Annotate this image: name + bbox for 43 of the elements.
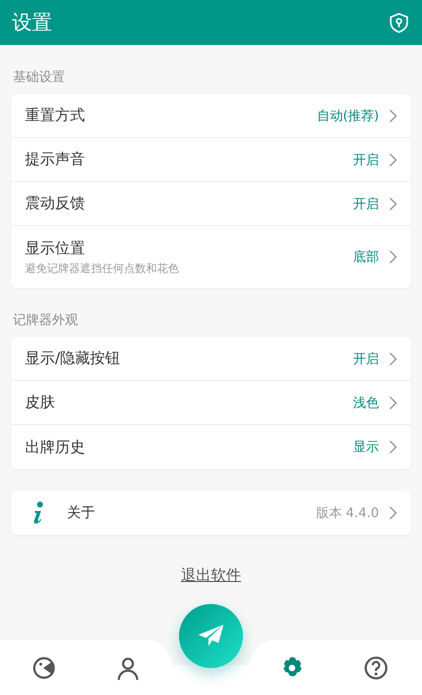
row-label: 显示位置 <box>25 238 86 258</box>
row-label: 皮肤 <box>25 393 56 412</box>
person-icon <box>115 654 141 680</box>
game-icon <box>31 654 57 680</box>
chevron-icon <box>389 506 397 520</box>
page-title: 设置 <box>12 9 52 36</box>
settings-row[interactable]: 重置方式 自动(推荐) <box>11 94 411 138</box>
row-hint: 避免记牌器遮挡任何点数和花色 <box>25 260 180 276</box>
settings-row[interactable]: 皮肤 浅色 <box>11 381 411 425</box>
chevron-icon <box>389 396 397 410</box>
info-icon <box>33 501 45 525</box>
chevron-icon <box>389 152 397 166</box>
row-value: 开启 <box>353 350 379 368</box>
chevron-icon <box>389 352 397 366</box>
settings-row[interactable]: 提示声音 开启 <box>11 138 411 182</box>
row-value: 开启 <box>353 196 379 212</box>
section-title: 记牌器外观 <box>12 312 79 330</box>
row-label: 出牌历史 <box>25 438 86 456</box>
row-label: 提示声音 <box>25 150 86 169</box>
section-title: 基础设置 <box>12 69 66 87</box>
exit-link[interactable]: 退出软件 <box>181 566 241 584</box>
settings-row[interactable]: 显示位置 避免记牌器遮挡任何点数和花色 底部 <box>11 226 411 288</box>
row-label: 震动反馈 <box>25 194 86 213</box>
row-value: 显示 <box>353 439 379 456</box>
chevron-icon <box>389 196 397 210</box>
row-value: 底部 <box>353 249 379 266</box>
send-button[interactable] <box>179 604 243 668</box>
chevron-icon <box>389 108 397 122</box>
chevron-icon <box>389 250 397 264</box>
settings-row[interactable]: 出牌历史 显示 <box>11 425 411 469</box>
settings-row[interactable]: 震动反馈 开启 <box>11 182 411 226</box>
shield-icon[interactable] <box>388 12 410 34</box>
row-value: 浅色 <box>353 394 379 412</box>
row-value: 版本 4.4.0 <box>316 505 379 522</box>
row-label: 重置方式 <box>25 106 86 125</box>
help-icon <box>363 654 389 680</box>
row-value: 自动(推荐) <box>316 108 379 124</box>
chevron-icon <box>389 440 397 454</box>
row-value: 开启 <box>353 152 379 168</box>
row-label: 关于 <box>67 504 96 522</box>
about-row[interactable]: 关于 版本 4.4.0 <box>11 491 411 535</box>
row-label: 显示/隐藏按钮 <box>25 349 122 368</box>
settings-row[interactable]: 显示/隐藏按钮 开启 <box>11 337 411 381</box>
